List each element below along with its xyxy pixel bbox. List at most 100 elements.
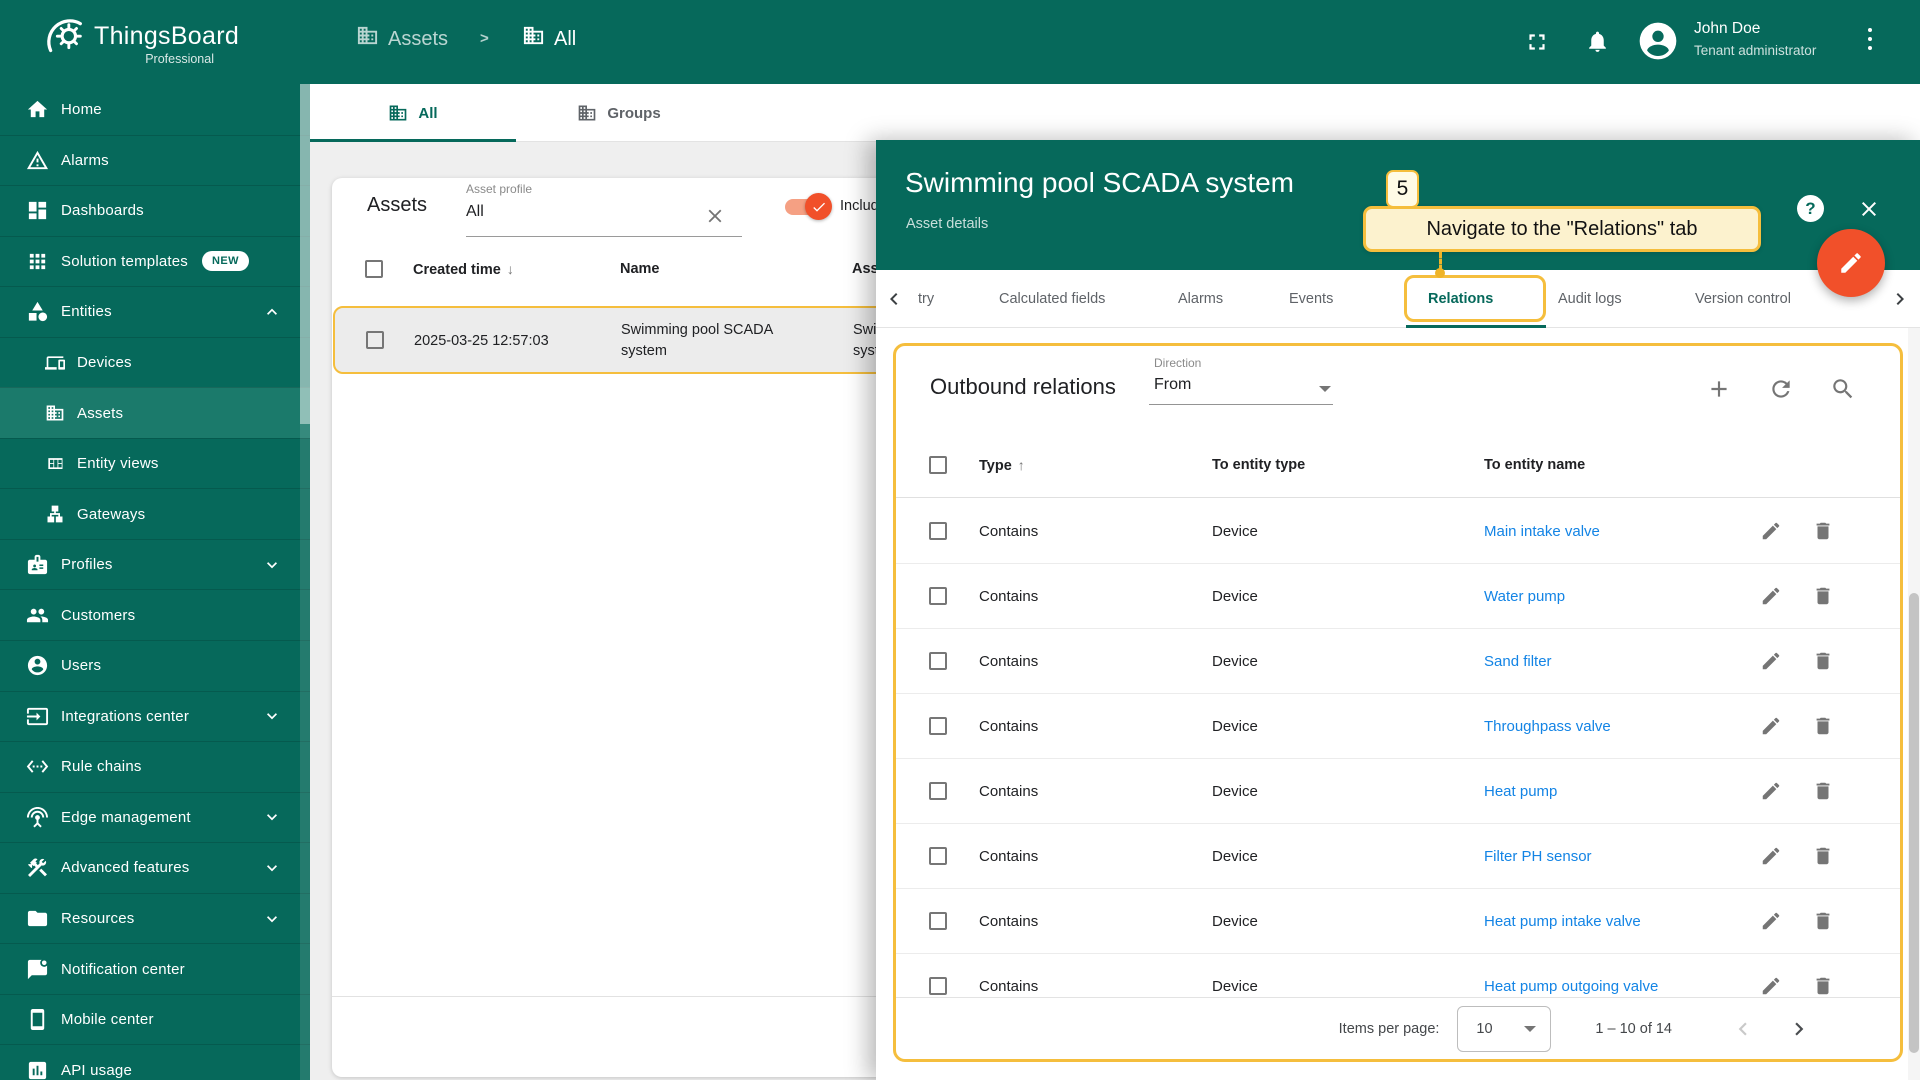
sidebar-item-users[interactable]: Users [0,640,310,691]
dropdown-caret-icon[interactable] [1319,386,1331,392]
row-checkbox[interactable] [929,782,947,800]
add-relation-icon[interactable] [1706,376,1732,402]
column-to-entity-type[interactable]: To entity type [1212,457,1484,473]
edit-icon[interactable] [1760,975,1782,997]
entity-link[interactable]: Sand filter [1484,653,1760,670]
sidebar-item-alarms[interactable]: Alarms [0,135,310,186]
relation-row[interactable]: Contains Device Filter PH sensor [896,824,1900,889]
tab-audit-logs[interactable]: Audit logs [1558,270,1622,328]
close-icon[interactable] [1857,197,1881,221]
edit-icon[interactable] [1760,845,1782,867]
sidebar-scrollbar[interactable] [300,84,310,1080]
sidebar-item-profiles[interactable]: Profiles [0,539,310,590]
edit-icon[interactable] [1760,585,1782,607]
row-checkbox[interactable] [929,717,947,735]
tab-groups[interactable]: Groups [516,84,722,142]
items-per-page-select[interactable]: 10 [1457,1006,1551,1052]
relation-row[interactable]: Contains Device Heat pump [896,759,1900,824]
sidebar-item-home[interactable]: Home [0,84,310,135]
relation-row[interactable]: Contains Device Throughpass valve [896,694,1900,759]
clear-filter-icon[interactable] [704,205,726,227]
sidebar-scrollbar-thumb[interactable] [300,84,310,424]
sidebar-item-advanced-features[interactable]: Advanced features [0,842,310,893]
row-checkbox[interactable] [929,587,947,605]
row-checkbox[interactable] [366,331,384,349]
asset-profile-select[interactable]: All [466,203,484,221]
sidebar-item-gateways[interactable]: Gateways [0,488,310,539]
sort-desc-icon[interactable]: ↓ [507,261,514,277]
sidebar-item-devices[interactable]: Devices [0,337,310,388]
tab-calculated-fields[interactable]: Calculated fields [999,270,1105,328]
tab-events[interactable]: Events [1289,270,1333,328]
edit-icon[interactable] [1760,650,1782,672]
sidebar-item-solution-templates[interactable]: Solution templates NEW [0,236,310,287]
notifications-bell-icon[interactable] [1585,29,1610,54]
relation-row[interactable]: Contains Device Main intake valve [896,499,1900,564]
direction-select[interactable]: From [1154,376,1191,394]
entity-link[interactable]: Heat pump [1484,783,1760,800]
edit-icon[interactable] [1760,520,1782,542]
select-all-checkbox[interactable] [365,260,383,278]
breadcrumb-item-assets[interactable]: Assets [388,28,448,51]
select-all-checkbox[interactable] [929,456,947,474]
entity-link[interactable]: Filter PH sensor [1484,848,1760,865]
edit-icon[interactable] [1760,780,1782,802]
sidebar-item-mobile-center[interactable]: Mobile center [0,994,310,1045]
tabs-scroll-left-icon[interactable] [882,287,906,311]
panel-scrollbar[interactable] [1908,328,1920,1080]
next-page-icon[interactable] [1786,1016,1812,1042]
relation-row[interactable]: Contains Device Sand filter [896,629,1900,694]
entity-link[interactable]: Main intake valve [1484,523,1760,540]
edit-fab-button[interactable] [1817,229,1885,297]
panel-scrollbar-thumb[interactable] [1909,593,1919,1053]
tab-alarms[interactable]: Alarms [1178,270,1223,328]
delete-icon[interactable] [1812,780,1834,802]
tabs-scroll-right-icon[interactable] [1888,287,1912,311]
sort-asc-icon[interactable]: ↑ [1018,457,1025,473]
sidebar-item-rule-chains[interactable]: Rule chains [0,741,310,792]
sidebar-item-entities[interactable]: Entities [0,286,310,337]
entity-link[interactable]: Water pump [1484,588,1760,605]
toggle-check-icon[interactable] [805,193,832,220]
search-icon[interactable] [1830,376,1856,402]
fullscreen-icon[interactable] [1524,29,1550,55]
help-icon[interactable]: ? [1797,195,1824,222]
delete-icon[interactable] [1812,520,1834,542]
sidebar-item-api-usage[interactable]: API usage [0,1044,310,1080]
entity-link[interactable]: Heat pump intake valve [1484,913,1760,930]
row-checkbox[interactable] [929,522,947,540]
delete-icon[interactable] [1812,715,1834,737]
relation-row[interactable]: Contains Device Heat pump intake valve [896,889,1900,954]
column-name[interactable]: Name [620,261,660,277]
entity-link[interactable]: Heat pump outgoing valve [1484,978,1760,995]
tab-telemetry-truncated[interactable]: try [918,270,934,328]
edit-icon[interactable] [1760,910,1782,932]
sidebar-item-assets[interactable]: Assets [0,387,310,438]
sidebar-item-resources[interactable]: Resources [0,893,310,944]
delete-icon[interactable] [1812,650,1834,672]
refresh-icon[interactable] [1768,376,1794,402]
delete-icon[interactable] [1812,975,1834,997]
relation-row[interactable]: Contains Device Water pump [896,564,1900,629]
column-to-entity-name[interactable]: To entity name [1484,457,1760,473]
row-checkbox[interactable] [929,652,947,670]
tab-relations[interactable]: Relations [1428,270,1493,328]
sidebar-item-notification-center[interactable]: Notification center [0,943,310,994]
sidebar-item-customers[interactable]: Customers [0,589,310,640]
kebab-menu-icon[interactable] [1866,28,1874,55]
edit-icon[interactable] [1760,715,1782,737]
tab-all[interactable]: All [310,84,516,142]
row-checkbox[interactable] [929,977,947,995]
entity-link[interactable]: Throughpass valve [1484,718,1760,735]
delete-icon[interactable] [1812,585,1834,607]
relation-row[interactable]: Contains Device Heat pump outgoing valve [896,954,1900,1003]
sidebar-item-entity-views[interactable]: Entity views [0,438,310,489]
user-avatar[interactable] [1638,21,1678,61]
previous-page-icon[interactable] [1730,1016,1756,1042]
sidebar-item-dashboards[interactable]: Dashboards [0,185,310,236]
sidebar-item-edge-management[interactable]: Edge management [0,792,310,843]
delete-icon[interactable] [1812,845,1834,867]
sidebar-item-integrations-center[interactable]: Integrations center [0,691,310,742]
breadcrumb-item-all[interactable]: All [554,28,576,51]
tab-version-control[interactable]: Version control [1695,270,1791,328]
